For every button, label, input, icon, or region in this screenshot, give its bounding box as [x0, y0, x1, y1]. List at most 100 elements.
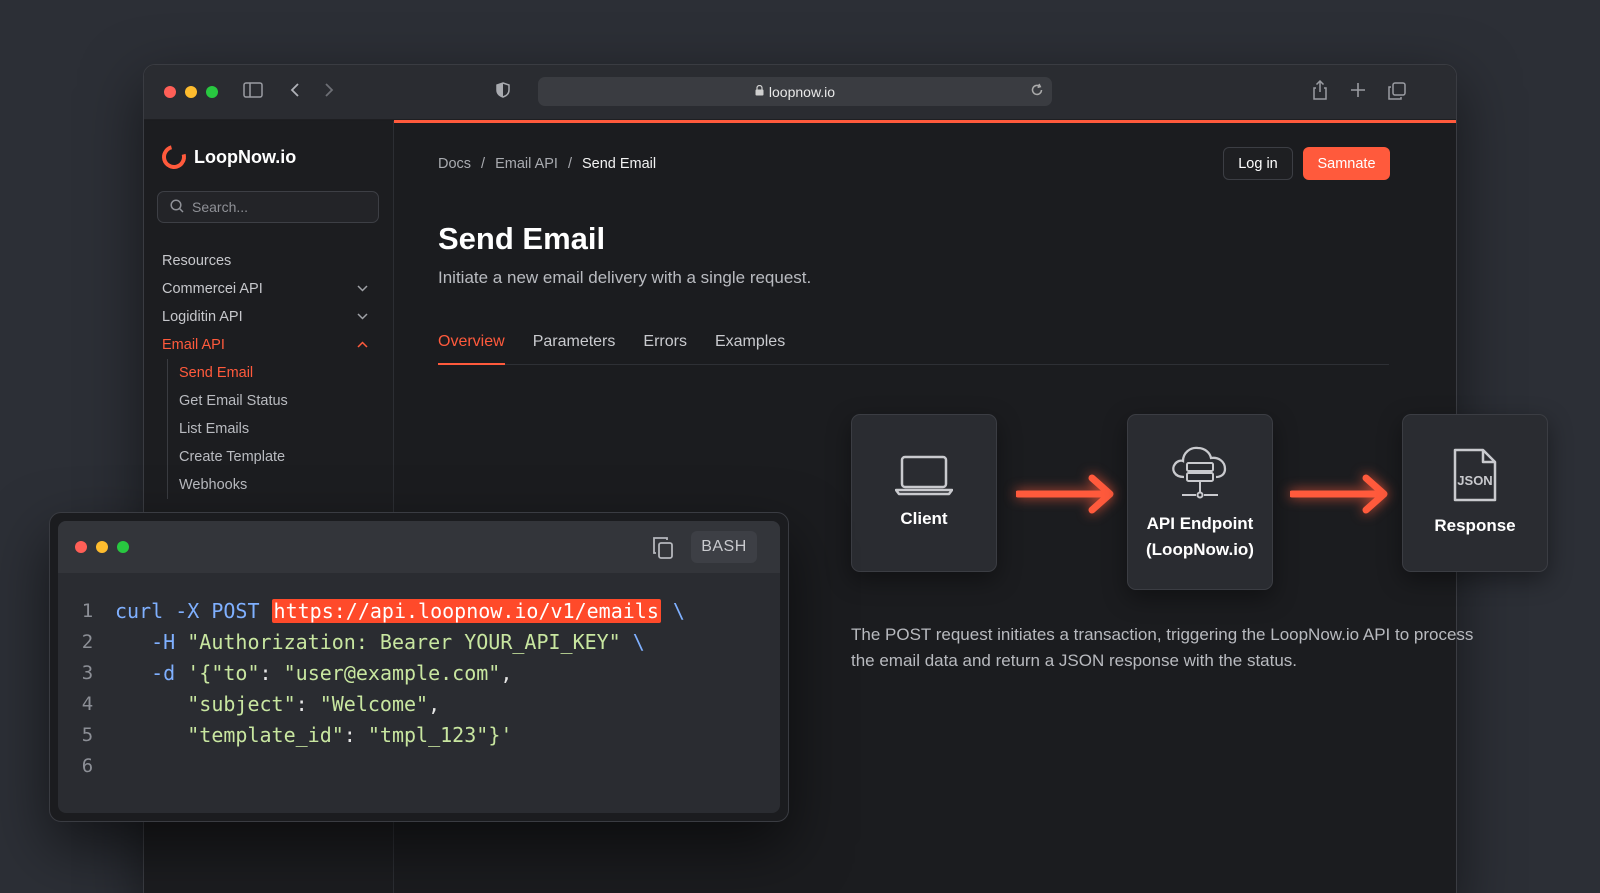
address-bar[interactable]: loopnow.io	[538, 77, 1052, 106]
tab-overview[interactable]: Overview	[438, 333, 505, 365]
code-block[interactable]: 1 curl -X POST https://api.loopnow.io/v1…	[58, 595, 685, 781]
content-tabs: Overview Parameters Errors Examples	[438, 333, 1389, 365]
tab-examples[interactable]: Examples	[715, 333, 785, 365]
code-line: 5 "template_id": "tmpl_123"}'	[58, 719, 685, 750]
chevron-down-icon	[357, 311, 368, 323]
code-punct: ,	[500, 660, 513, 685]
sidebar-item-email-api[interactable]: Email API	[162, 331, 372, 359]
code-panel: BASH 1 curl -X POST https://api.loopnow.…	[58, 521, 780, 813]
code-string: '{	[187, 660, 212, 685]
shield-icon[interactable]	[496, 82, 510, 103]
code-punct: :	[295, 691, 320, 716]
sidebar-item-list-emails[interactable]: List Emails	[168, 415, 372, 443]
flow-client-node: Client	[851, 414, 997, 572]
code-string: "template_id"	[187, 722, 344, 747]
maximize-dot[interactable]	[117, 541, 129, 553]
code-command: curl -X POST	[115, 598, 272, 623]
sidebar-item-commerce-api[interactable]: Commercei API	[162, 275, 372, 303]
minimize-dot[interactable]	[96, 541, 108, 553]
brand-logo[interactable]: LoopNow.io	[157, 140, 297, 174]
tab-overview-icon[interactable]	[1388, 82, 1406, 105]
flow-endpoint-label-line1: API Endpoint	[1146, 514, 1254, 533]
login-button[interactable]: Log in	[1223, 147, 1293, 180]
brand-name: LoopNow.io	[194, 146, 297, 167]
chevron-up-icon	[357, 339, 368, 351]
code-continuation: \	[620, 629, 645, 654]
maximize-window-button[interactable]	[206, 86, 218, 98]
code-punct: ,	[428, 691, 441, 716]
email-api-submenu: Send Email Get Email Status List Emails …	[167, 359, 372, 499]
sidebar-item-resources[interactable]: Resources	[162, 247, 372, 275]
code-string: "subject"	[187, 691, 296, 716]
sidebar-toggle-icon[interactable]	[243, 82, 263, 103]
code-string: "to"	[211, 660, 260, 685]
page-subtitle: Initiate a new email delivery with a sin…	[438, 268, 812, 287]
back-icon[interactable]	[290, 82, 300, 103]
minimize-window-button[interactable]	[185, 86, 197, 98]
sidebar-item-get-email-status[interactable]: Get Email Status	[168, 387, 372, 415]
arrow-right-icon	[1290, 474, 1388, 514]
tab-errors[interactable]: Errors	[643, 333, 687, 365]
sidebar-item-create-template[interactable]: Create Template	[168, 443, 372, 471]
flow-endpoint-label-line2: (LoopNow.io)	[1146, 540, 1254, 559]
code-line: 2 -H "Authorization: Bearer YOUR_API_KEY…	[58, 626, 685, 657]
close-dot[interactable]	[75, 541, 87, 553]
flow-description: The POST request initiates a transaction…	[851, 625, 1474, 670]
breadcrumb: Docs / Email API / Send Email	[438, 156, 656, 172]
search-input[interactable]: Search...	[157, 191, 379, 223]
code-window: BASH 1 curl -X POST https://api.loopnow.…	[49, 512, 789, 822]
reload-icon[interactable]	[1030, 83, 1044, 100]
browser-toolbar: loopnow.io	[144, 65, 1456, 120]
copy-icon[interactable]	[652, 536, 674, 565]
code-titlebar: BASH	[58, 521, 780, 573]
line-number: 3	[81, 661, 94, 684]
search-placeholder: Search...	[192, 199, 249, 215]
flow-endpoint-node: API Endpoint (LoopNow.io)	[1127, 414, 1273, 590]
flow-response-label: Response	[1434, 516, 1516, 535]
sidebar-item-logistics-api[interactable]: Logiditin API	[162, 303, 372, 331]
sidebar-item-webhooks[interactable]: Webhooks	[168, 471, 372, 499]
code-punct: :	[343, 722, 368, 747]
code-url-highlight: https://api.loopnow.io/v1/emails	[271, 598, 661, 623]
line-number: 5	[81, 723, 94, 746]
lock-icon	[755, 84, 764, 99]
sidebar-item-label: Logiditin API	[162, 309, 243, 325]
line-number: 2	[81, 630, 94, 653]
page-title: Send Email	[438, 221, 606, 256]
window-controls	[164, 86, 218, 98]
breadcrumb-email-api[interactable]: Email API	[495, 156, 558, 172]
tab-parameters[interactable]: Parameters	[533, 333, 616, 365]
sidebar-item-label: Commercei API	[162, 281, 263, 297]
code-string: "user@example.com"	[283, 660, 501, 685]
sidebar-item-label: Resources	[162, 253, 232, 269]
flow-response-node: JSON Response	[1402, 414, 1548, 572]
breadcrumb-docs[interactable]: Docs	[438, 156, 471, 172]
code-window-controls	[75, 541, 129, 553]
close-window-button[interactable]	[164, 86, 176, 98]
sidebar-nav: Resources Commercei API Logiditin API Em…	[162, 247, 372, 499]
new-tab-icon[interactable]	[1350, 82, 1366, 103]
line-number: 4	[81, 692, 94, 715]
line-number: 6	[81, 754, 94, 777]
forward-icon[interactable]	[324, 82, 334, 103]
code-line: 3 -d '{"to": "user@example.com",	[58, 657, 685, 688]
code-line: 4 "subject": "Welcome",	[58, 688, 685, 719]
sidebar-item-send-email[interactable]: Send Email	[168, 359, 372, 387]
share-icon[interactable]	[1311, 79, 1329, 105]
json-file-icon: JSON	[1453, 448, 1497, 502]
code-string: "tmpl_123"	[367, 722, 489, 747]
code-line: 6	[58, 750, 685, 781]
breadcrumb-separator: /	[481, 156, 486, 172]
cta-button[interactable]: Samnate	[1303, 147, 1390, 180]
search-icon	[170, 198, 184, 216]
json-badge: JSON	[1457, 473, 1492, 488]
breadcrumb-current: Send Email	[581, 156, 657, 172]
cloud-server-icon	[1172, 446, 1227, 499]
code-line: 1 curl -X POST https://api.loopnow.io/v1…	[58, 595, 685, 626]
code-flag: -d	[115, 660, 188, 685]
chevron-down-icon	[357, 283, 368, 295]
code-continuation: \	[660, 598, 685, 623]
language-badge[interactable]: BASH	[691, 531, 757, 563]
code-punct: :	[259, 660, 284, 685]
